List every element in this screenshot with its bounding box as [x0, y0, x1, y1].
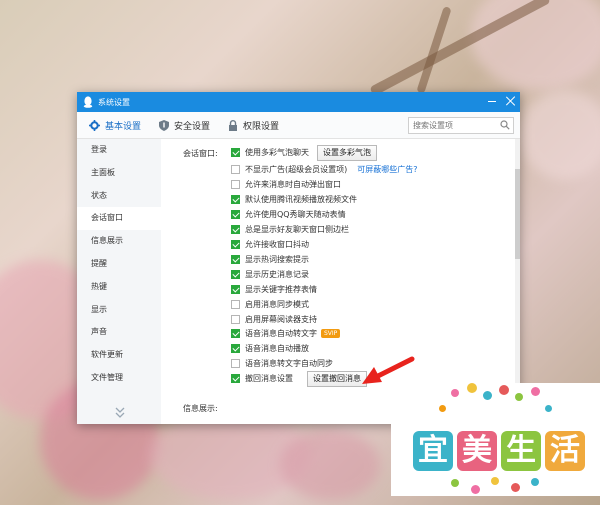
- tab-permission-settings[interactable]: 权限设置: [228, 119, 279, 132]
- checkbox[interactable]: [231, 359, 240, 368]
- checkbox[interactable]: [231, 344, 240, 353]
- sidebar-item-main-panel[interactable]: 主面板: [77, 162, 161, 185]
- logo-char: 活: [545, 431, 585, 471]
- checkbox[interactable]: [231, 148, 240, 157]
- option-label: 语音消息转文字自动同步: [245, 359, 333, 368]
- search-icon[interactable]: [500, 120, 510, 130]
- option-qqshow-emoticons[interactable]: 允许使用QQ秀聊天随动表情: [231, 207, 346, 222]
- ads-help-link[interactable]: 可屏蔽哪些广告?: [357, 164, 417, 175]
- checkbox[interactable]: [231, 374, 240, 383]
- checkbox[interactable]: [231, 225, 240, 234]
- tab-bar: 基本设置 安全设置 权限设置: [77, 112, 520, 139]
- scrollbar-thumb[interactable]: [515, 169, 520, 259]
- checkbox[interactable]: [231, 300, 240, 309]
- option-sync-mode[interactable]: 启用消息同步模式: [231, 297, 309, 312]
- section-label-info-display: 信息展示:: [183, 404, 218, 413]
- sidebar-item-chat-window[interactable]: 会话窗口: [77, 207, 161, 231]
- checkbox[interactable]: [231, 255, 240, 264]
- option-recall-message[interactable]: 撤回消息设置 设置撤回消息: [231, 370, 367, 387]
- sidebar-item-display[interactable]: 显示: [77, 299, 161, 322]
- option-label: 撤回消息设置: [245, 374, 293, 383]
- tab-label: 安全设置: [174, 121, 211, 132]
- option-label: 显示热词搜索提示: [245, 255, 309, 264]
- option-label: 使用多彩气泡聊天: [245, 148, 309, 157]
- tab-security-settings[interactable]: 安全设置: [159, 119, 210, 132]
- option-label: 默认使用腾讯视频播放视频文件: [245, 195, 357, 204]
- tab-label: 基本设置: [105, 121, 142, 132]
- shield-icon: [159, 119, 170, 131]
- tab-basic-settings[interactable]: 基本设置: [89, 119, 141, 132]
- sidebar-item-sound[interactable]: 声音: [77, 321, 161, 344]
- scrollbar[interactable]: [515, 139, 520, 424]
- option-label: 启用消息同步模式: [245, 300, 309, 309]
- option-window-shake[interactable]: 允许接收窗口抖动: [231, 237, 309, 252]
- checkbox[interactable]: [231, 210, 240, 219]
- checkbox[interactable]: [231, 315, 240, 324]
- option-label: 显示关键字推荐表情: [245, 285, 317, 294]
- svip-badge: SVIP: [321, 329, 341, 338]
- checkbox[interactable]: [231, 165, 240, 174]
- option-label: 启用屏幕阅读器支持: [245, 315, 317, 324]
- logo-char: 美: [457, 431, 497, 471]
- sidebar-item-software-update[interactable]: 软件更新: [77, 344, 161, 367]
- settings-content: 会话窗口: 使用多彩气泡聊天 设置多彩气泡 不显示广告(超级会员设置项) 可屏蔽…: [161, 139, 520, 424]
- option-label: 允许接收窗口抖动: [245, 240, 309, 249]
- qq-penguin-icon: [83, 96, 93, 108]
- window-title: 系统设置: [98, 97, 130, 107]
- title-bar: 系统设置: [77, 92, 520, 112]
- checkbox[interactable]: [231, 195, 240, 204]
- gear-icon: [89, 119, 100, 131]
- chevron-down-icon[interactable]: [115, 407, 125, 419]
- logo-char: 宜: [413, 431, 453, 471]
- option-show-sidebar[interactable]: 总是显示好友聊天窗口侧边栏: [231, 222, 349, 237]
- option-label: 语音消息自动转文字: [245, 329, 317, 338]
- watermark-logo: 宜 美 生 活: [391, 383, 600, 496]
- search-input[interactable]: [409, 121, 501, 130]
- option-auto-popup[interactable]: 允许来消息时自动弹出窗口: [231, 177, 341, 192]
- logo-char: 生: [501, 431, 541, 471]
- red-arrow-icon: [362, 356, 415, 384]
- sidebar-item-info-display[interactable]: 信息展示: [77, 230, 161, 253]
- lock-icon: [229, 119, 238, 131]
- sidebar-item-status[interactable]: 状态: [77, 185, 161, 208]
- option-voice-text-sync[interactable]: 语音消息转文字自动同步: [231, 356, 333, 371]
- option-voice-to-text[interactable]: 语音消息自动转文字 SVIP: [231, 326, 341, 341]
- option-label: 显示历史消息记录: [245, 270, 309, 279]
- settings-search: [408, 117, 514, 134]
- option-voice-autoplay[interactable]: 语音消息自动播放: [231, 341, 309, 356]
- option-history[interactable]: 显示历史消息记录: [231, 267, 309, 282]
- checkbox[interactable]: [231, 285, 240, 294]
- option-label: 允许使用QQ秀聊天随动表情: [245, 210, 346, 219]
- section-label-chat-window: 会话窗口:: [183, 149, 218, 158]
- minimize-button[interactable]: [487, 96, 497, 106]
- option-label: 允许来消息时自动弹出窗口: [245, 180, 341, 189]
- option-label: 总是显示好友聊天窗口侧边栏: [245, 225, 349, 234]
- sidebar-item-reminder[interactable]: 提醒: [77, 253, 161, 276]
- settings-window: 系统设置 基本设置 安全设置 权限设置 搜索设置项 登录 主面板 状态 会话窗口…: [77, 92, 520, 424]
- tab-label: 权限设置: [243, 121, 280, 132]
- option-screen-reader[interactable]: 启用屏幕阅读器支持: [231, 312, 317, 327]
- option-colorful-bubbles[interactable]: 使用多彩气泡聊天 设置多彩气泡: [231, 144, 377, 161]
- option-tencent-video[interactable]: 默认使用腾讯视频播放视频文件: [231, 192, 357, 207]
- sidebar-item-hotkeys[interactable]: 热键: [77, 276, 161, 299]
- settings-sidebar: 登录 主面板 状态 会话窗口 信息展示 提醒 热键 显示 声音 软件更新 文件管…: [77, 139, 161, 424]
- set-colorful-bubbles-button[interactable]: 设置多彩气泡: [317, 144, 377, 161]
- option-label: 语音消息自动播放: [245, 344, 309, 353]
- option-label: 不显示广告(超级会员设置项): [245, 165, 348, 174]
- sidebar-item-login[interactable]: 登录: [77, 139, 161, 162]
- option-hot-search[interactable]: 显示热词搜索提示: [231, 252, 309, 267]
- close-button[interactable]: [506, 96, 516, 106]
- option-keyword-emoticons[interactable]: 显示关键字推荐表情: [231, 282, 317, 297]
- checkbox[interactable]: [231, 329, 240, 338]
- sidebar-item-file-management[interactable]: 文件管理: [77, 367, 161, 390]
- set-recall-message-button[interactable]: 设置撤回消息: [307, 370, 367, 387]
- option-hide-ads[interactable]: 不显示广告(超级会员设置项) 可屏蔽哪些广告?: [231, 162, 418, 177]
- checkbox[interactable]: [231, 180, 240, 189]
- checkbox[interactable]: [231, 240, 240, 249]
- checkbox[interactable]: [231, 270, 240, 279]
